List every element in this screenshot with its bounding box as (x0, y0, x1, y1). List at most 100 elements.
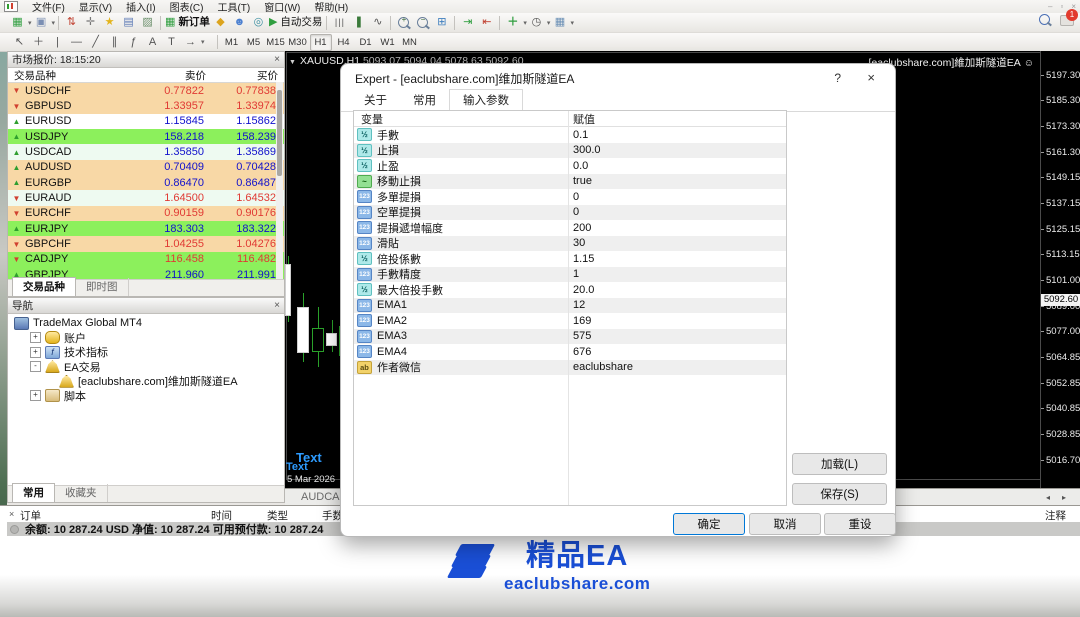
dropdown-icon[interactable]: ▾ (570, 19, 574, 27)
timeframe-mn[interactable]: MN (400, 35, 420, 50)
menu-item-w[interactable]: 窗口(W) (257, 0, 307, 14)
window-control-icon[interactable]: – (1048, 2, 1052, 11)
market-watch-tab[interactable]: 即时图 (76, 278, 129, 296)
param-value[interactable]: 0 (568, 206, 579, 218)
bars-icon[interactable]: ||| (331, 15, 348, 31)
param-value[interactable]: eaclubshare (568, 361, 633, 373)
param-value[interactable]: 1.15 (568, 253, 594, 265)
data-window-icon[interactable]: ✛ (82, 15, 99, 31)
tree-item[interactable]: + 账户 (8, 331, 284, 346)
param-value[interactable]: 12 (568, 299, 585, 311)
periods-icon[interactable]: ◷ (528, 15, 545, 31)
menu-item-i[interactable]: 插入(I) (119, 0, 162, 14)
menu-item-v[interactable]: 显示(V) (72, 0, 119, 14)
param-value[interactable]: 0 (568, 191, 579, 203)
input-param-row[interactable]: 123 空單提損 0 (354, 204, 786, 220)
menu-item-c[interactable]: 图表(C) (163, 0, 211, 14)
input-param-row[interactable]: 123 EMA4 676 (354, 344, 786, 360)
market-watch-row[interactable]: ▼ CADJPY 116.458 116.482 (8, 251, 284, 268)
collapse-icon[interactable]: - (30, 361, 41, 373)
dropdown-icon[interactable]: ▾ (52, 19, 56, 27)
tree-item[interactable]: - EA交易 (8, 360, 284, 375)
line-chart-icon[interactable]: ∿ (369, 15, 386, 31)
market-watch-scrollbar[interactable] (276, 82, 283, 282)
input-param-row[interactable]: ½ 止損 300.0 (354, 142, 786, 158)
text-icon[interactable]: A (144, 34, 161, 50)
timeframe-m30[interactable]: M30 (288, 35, 308, 50)
crosshair-icon[interactable]: ＋ (30, 34, 47, 50)
save-button[interactable]: 保存(S) (792, 483, 887, 505)
param-value[interactable]: 300.0 (568, 144, 601, 156)
expand-icon[interactable]: + (30, 390, 41, 402)
help-icon[interactable]: ? (834, 71, 841, 85)
timeframe-m1[interactable]: M1 (222, 35, 242, 50)
dialog-tab[interactable]: 关于 (351, 90, 400, 111)
dropdown-icon[interactable]: ▾ (201, 38, 205, 46)
tree-item[interactable]: TradeMax Global MT4 (8, 316, 284, 331)
new-order-icon[interactable]: ▦ 新订单 (165, 15, 210, 31)
navigator-tab[interactable]: 常用 (12, 483, 55, 502)
input-param-row[interactable]: 123 提損遞增幅度 200 (354, 220, 786, 236)
autoscroll-icon[interactable]: ⇥ (459, 15, 476, 31)
input-param-row[interactable]: 123 EMA3 575 (354, 328, 786, 344)
param-value[interactable]: 20.0 (568, 284, 594, 296)
market-watch-row[interactable]: ▲ EURJPY 183.303 183.322 (8, 221, 284, 237)
navigator-icon[interactable]: ★ (101, 15, 118, 31)
terminal-icon[interactable]: ▤ (120, 15, 137, 31)
close-icon[interactable]: × (9, 509, 14, 519)
input-param-row[interactable]: ½ 倍投係數 1.15 (354, 251, 786, 267)
notification-badge[interactable]: 1 (1066, 9, 1078, 21)
horizontal-line-icon[interactable]: — (68, 34, 85, 50)
fibonacci-icon[interactable]: ƒ (125, 34, 142, 50)
metaeditor-icon[interactable]: ◆ (212, 15, 229, 31)
market-watch-row[interactable]: ▲ EURUSD 1.15845 1.15862 (8, 113, 284, 130)
expand-icon[interactable]: + (30, 346, 41, 358)
input-param-row[interactable]: 123 手數精度 1 (354, 266, 786, 282)
reset-button[interactable]: 重设 (824, 513, 896, 535)
dialog-titlebar[interactable]: Expert - [eaclubshare.com]维加斯隧道EA (341, 64, 895, 92)
close-icon[interactable]: × (274, 54, 280, 65)
market-watch-row[interactable]: ▲ USDCAD 1.35850 1.35869 (8, 144, 284, 160)
menu-item-t[interactable]: 工具(T) (210, 0, 257, 14)
column-bid[interactable]: 卖价 (132, 68, 206, 83)
timeframe-h4[interactable]: H4 (334, 35, 354, 50)
market-watch-row[interactable]: ▲ AUDUSD 0.70409 0.70428 (8, 159, 284, 176)
input-param-row[interactable]: ½ 手數 0.1 (354, 127, 786, 143)
market-watch-tab[interactable]: 交易品种 (12, 277, 76, 296)
column-ask[interactable]: 买价 (206, 68, 278, 83)
market-watch-icon[interactable]: ⇅ (63, 15, 80, 31)
input-param-row[interactable]: 123 EMA1 12 (354, 297, 786, 313)
market-watch-row[interactable]: ▼ EURAUD 1.64500 1.64532 (8, 190, 284, 206)
param-value[interactable]: true (568, 175, 592, 187)
market-watch-row[interactable]: ▼ GBPCHF 1.04255 1.04276 (8, 236, 284, 252)
param-value[interactable]: 1 (568, 268, 579, 280)
indicators-icon[interactable]: ＋ (504, 15, 521, 31)
shapes-icon[interactable]: → (182, 34, 199, 50)
dropdown-icon[interactable]: ▾ (28, 19, 32, 27)
tester-icon[interactable]: ▨ (139, 15, 156, 31)
profiles-icon[interactable]: ▣ (33, 15, 50, 31)
market-watch-row[interactable]: ▼ GBPUSD 1.33957 1.33974 (8, 98, 284, 114)
chart-shift-icon[interactable]: ⇤ (478, 15, 495, 31)
input-param-row[interactable]: ½ 最大倍投手數 20.0 (354, 282, 786, 298)
market-watch-row[interactable]: ▲ USDJPY 158.218 158.239 (8, 129, 284, 145)
window-control-icon[interactable]: ▫ (1060, 2, 1063, 11)
input-param-row[interactable]: ab 作者微信 eaclubshare (354, 359, 786, 375)
community-icon[interactable]: ☻ (231, 15, 248, 31)
timeframe-h1[interactable]: H1 (309, 33, 332, 51)
param-value[interactable]: 30 (568, 237, 585, 249)
templates-icon[interactable]: ▦ (551, 15, 568, 31)
timeframe-m5[interactable]: M5 (244, 35, 264, 50)
close-icon[interactable]: × (274, 300, 280, 311)
market-watch-row[interactable]: ▼ USDCHF 0.77822 0.77838 (8, 83, 284, 99)
zoom-out-icon[interactable]: − (414, 15, 431, 31)
search-icon[interactable] (1039, 14, 1050, 25)
input-param-row[interactable]: ~ 移動止損 true (354, 173, 786, 189)
param-value[interactable]: 0.0 (568, 160, 588, 172)
dropdown-icon[interactable]: ▾ (523, 19, 527, 27)
param-value[interactable]: 169 (568, 315, 591, 327)
tree-item[interactable]: + 脚本 (8, 389, 284, 404)
market-watch-row[interactable]: ▲ EURGBP 0.86470 0.86487 (8, 175, 284, 191)
vertical-line-icon[interactable]: | (49, 34, 66, 50)
candles-icon[interactable]: ❚ (350, 15, 367, 31)
